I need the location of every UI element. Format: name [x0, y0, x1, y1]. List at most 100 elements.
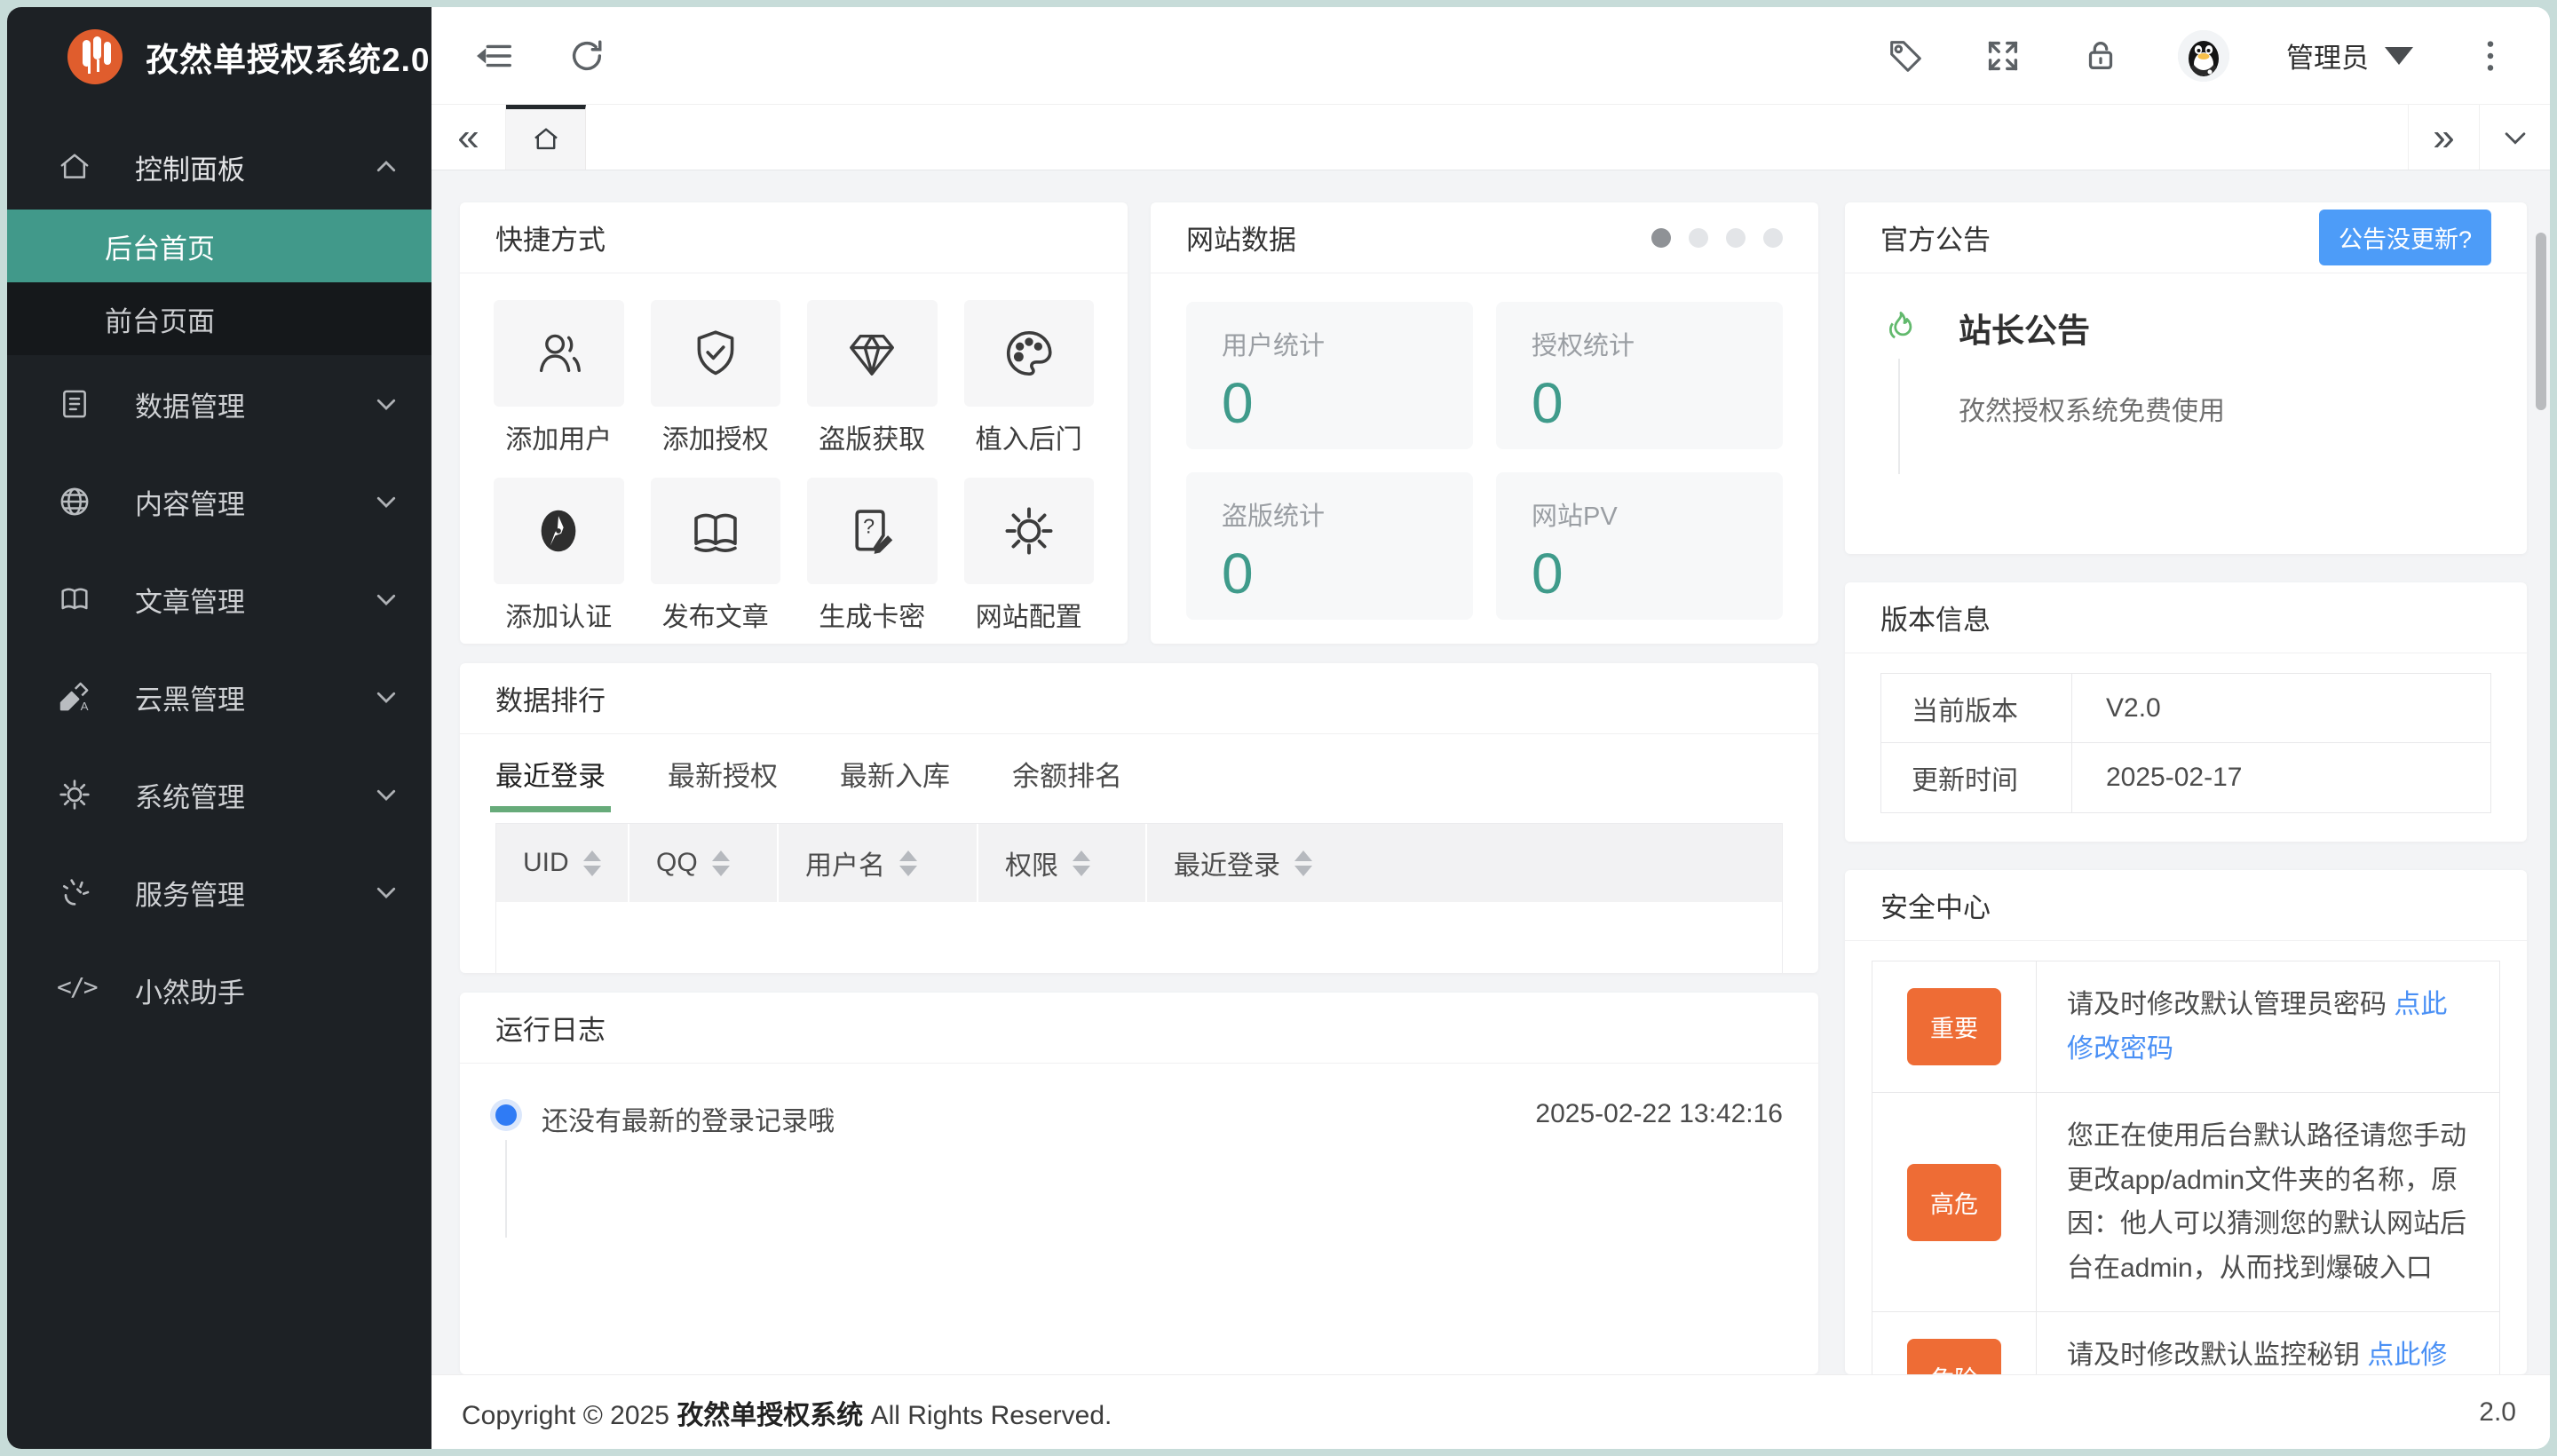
copyright-text: Copyright © 2025 孜然单授权系统 All Rights Rese…: [462, 1400, 1112, 1430]
sort-icon[interactable]: [711, 850, 730, 876]
table-row: 重要 请及时修改默认管理员密码 点此修改密码: [1872, 961, 2499, 1093]
chevron-down-icon: [373, 488, 400, 515]
shortcut-add-user[interactable]: 添加用户: [494, 300, 624, 456]
announcement-refresh-button[interactable]: 公告没更新?: [2318, 210, 2491, 265]
column-header-uid[interactable]: UID: [496, 824, 629, 902]
card-title: 网站数据: [1186, 225, 1296, 256]
shortcut-site-config[interactable]: 网站配置: [963, 478, 1094, 634]
sidebar-item-data-management[interactable]: 数据管理: [7, 355, 431, 453]
tab-latest-entry[interactable]: 最新入库: [840, 734, 950, 812]
refresh-icon[interactable]: [566, 36, 607, 76]
avatar[interactable]: [2178, 29, 2229, 82]
carousel-dot[interactable]: [1763, 227, 1783, 248]
footer-brand: 孜然单授权系统: [677, 1400, 864, 1430]
globe-icon: [57, 484, 92, 519]
card-key-icon: ?: [855, 510, 893, 554]
diamond-icon: [850, 334, 895, 376]
sidebar-item-control-panel[interactable]: 控制面板: [7, 124, 431, 210]
tabs-menu-button[interactable]: [2479, 105, 2550, 170]
sidebar-item-article-management[interactable]: 文章管理: [7, 550, 431, 648]
svg-text:?: ?: [863, 515, 875, 538]
column-header-last-login[interactable]: 最近登录: [1147, 824, 1782, 902]
sidebar-item-frontend-page[interactable]: 前台页面: [7, 282, 431, 355]
stat-value: 0: [1532, 542, 1563, 605]
tabs-scroll-right-button[interactable]: »: [2408, 105, 2479, 170]
scrollbar-thumb[interactable]: [2536, 233, 2546, 410]
sort-icon[interactable]: [899, 850, 917, 876]
tab-home[interactable]: [506, 105, 586, 170]
shortcut-generate-card-key[interactable]: ? 生成卡密: [807, 478, 938, 634]
sidebar-item-assistant[interactable]: </> 小然助手: [7, 941, 431, 1039]
chevron-down-icon: [373, 586, 400, 613]
sidebar-submenu: 后台首页 前台页面: [7, 210, 431, 355]
chevron-down-icon: [373, 879, 400, 906]
content: 快捷方式 添加用户 添加授权 盗版获取 植入后门 添加认证 发布文章 ? 生成卡…: [431, 170, 2550, 1374]
app-title: 孜然单授权系统2.0: [146, 42, 431, 78]
collapse-sidebar-icon[interactable]: [474, 36, 515, 76]
stat-value: 0: [1532, 371, 1563, 435]
status-badge: 重要: [1907, 988, 2001, 1065]
document-icon: [57, 386, 92, 422]
sort-icon[interactable]: [582, 850, 601, 876]
announcement-body: 孜然授权系统免费使用: [1959, 397, 2225, 426]
column-header-username[interactable]: 用户名: [779, 824, 978, 902]
palette-icon: [1006, 330, 1052, 376]
status-badge: 危险: [1907, 1339, 2001, 1374]
stat-value: 0: [1222, 371, 1254, 435]
sidebar-item-cloud-blacklist[interactable]: A 云黑管理: [7, 648, 431, 746]
topbar: 管理员: [431, 7, 2550, 105]
fullscreen-icon[interactable]: [1983, 36, 2023, 76]
sidebar-item-service-management[interactable]: 服务管理: [7, 843, 431, 941]
stat-value: 0: [1222, 542, 1254, 605]
shortcut-implant-backdoor[interactable]: 植入后门: [963, 300, 1094, 456]
user-menu[interactable]: 管理员: [2286, 36, 2413, 75]
sort-icon[interactable]: [1294, 850, 1312, 876]
announcement-heading: 站长公告: [1959, 313, 2090, 349]
sidebar-item-content-management[interactable]: 内容管理: [7, 453, 431, 550]
sidebar-item-label: 内容管理: [135, 488, 245, 520]
carousel-dot[interactable]: [1726, 227, 1746, 248]
tab-latest-license[interactable]: 最新授权: [668, 734, 778, 812]
flame-icon: [1880, 308, 1920, 347]
timeline-line: [505, 1140, 507, 1238]
carousel-dot[interactable]: [1651, 227, 1671, 248]
shortcuts-card: 快捷方式 添加用户 添加授权 盗版获取 植入后门 添加认证 发布文章 ? 生成卡…: [460, 202, 1128, 644]
compass-icon: [541, 510, 576, 552]
shortcut-publish-article[interactable]: 发布文章: [650, 478, 780, 634]
card-title: 版本信息: [1880, 605, 1991, 636]
tab-recent-login[interactable]: 最近登录: [490, 734, 611, 812]
logo-icon: [67, 29, 123, 84]
version-table: 当前版本 V2.0 更新时间 2025-02-17: [1880, 673, 2491, 813]
shortcut-add-license[interactable]: 添加授权: [650, 300, 780, 456]
status-badge: 高危: [1907, 1163, 2001, 1241]
column-header-qq[interactable]: QQ: [629, 824, 779, 902]
log-time: 2025-02-22 13:42:16: [1535, 1099, 1783, 1128]
security-card: 安全中心 重要 请及时修改默认管理员密码 点此修改密码 高危 您正在使用后台默认…: [1845, 870, 2527, 1374]
shortcut-piracy-capture[interactable]: 盗版获取: [807, 300, 938, 456]
ranking-tabs: 最近登录 最新授权 最新入库 余额排名: [460, 734, 1818, 812]
column-header-permission[interactable]: 权限: [978, 824, 1147, 902]
carousel-dot[interactable]: [1689, 227, 1708, 248]
sidebar-item-label: 控制面板: [135, 154, 245, 186]
sidebar-item-backend-home[interactable]: 后台首页: [7, 210, 431, 282]
sort-icon[interactable]: [1073, 850, 1090, 876]
app-window: 孜然单授权系统2.0 控制面板 后台首页 前台页面 数据管理 内容管理 文章管理…: [7, 7, 2550, 1449]
gear-icon: [57, 777, 92, 812]
tabs-scroll-left-button[interactable]: «: [431, 105, 506, 170]
lock-icon[interactable]: [2080, 36, 2121, 76]
shortcut-add-auth[interactable]: 添加认证: [494, 478, 624, 634]
sidebar-item-system-management[interactable]: 系统管理: [7, 746, 431, 843]
table-row: 更新时间 2025-02-17: [1881, 743, 2490, 812]
chevron-down-icon: [373, 781, 400, 808]
gear-icon: [1005, 507, 1053, 555]
stat-piracy: 盗版统计 0: [1186, 472, 1473, 620]
card-title: 数据排行: [495, 685, 606, 716]
tag-icon[interactable]: [1885, 36, 1926, 76]
log-entry: 还没有最新的登录记录哦 2025-02-22 13:42:16: [460, 1064, 1818, 1238]
site-stats-card: 网站数据 用户统计 0 授权统计 0 盗版统计 0 网站PV 0: [1151, 202, 1818, 644]
sidebar: 孜然单授权系统2.0 控制面板 后台首页 前台页面 数据管理 内容管理 文章管理…: [7, 7, 431, 1449]
tab-balance-rank[interactable]: 余额排名: [1012, 734, 1122, 812]
version-card: 版本信息 当前版本 V2.0 更新时间 2025-02-17: [1845, 582, 2527, 842]
version-label: 当前版本: [1881, 674, 2072, 742]
kebab-menu-icon[interactable]: [2470, 36, 2511, 76]
